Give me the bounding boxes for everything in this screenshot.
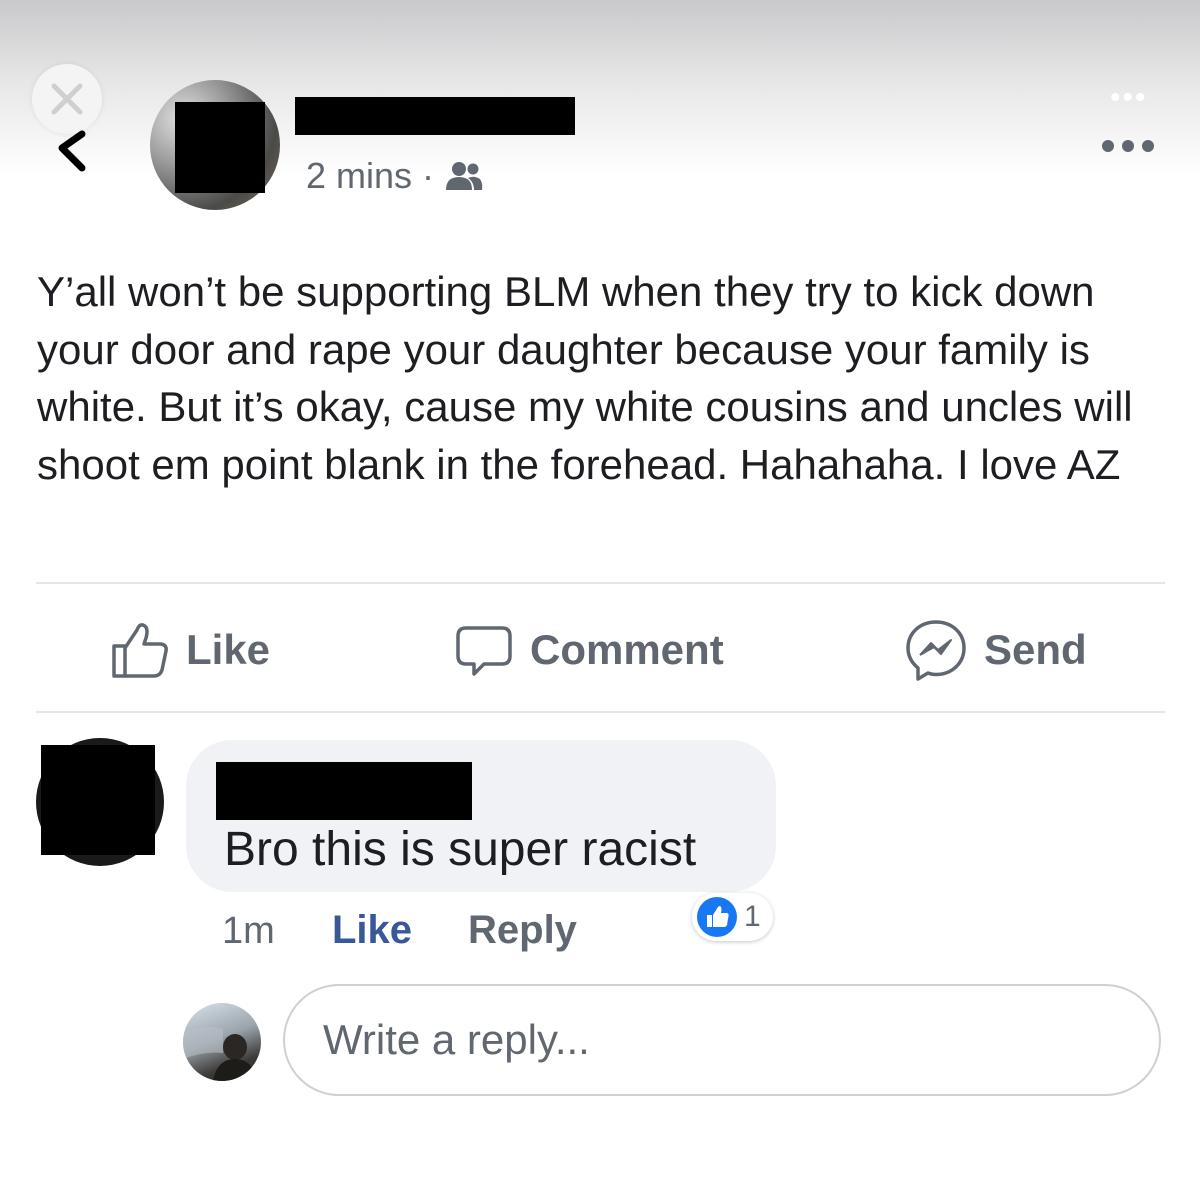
comment-reply-button[interactable]: Reply	[468, 908, 577, 953]
more-top-dots: •••	[1110, 81, 1148, 114]
avatar-photo	[183, 1026, 257, 1081]
send-button[interactable]: Send	[904, 620, 1087, 681]
current-user-avatar[interactable]	[183, 1003, 261, 1081]
friends-icon[interactable]	[444, 160, 484, 192]
comment-like-button[interactable]: Like	[332, 908, 412, 953]
reaction-badge[interactable]: 1	[692, 893, 773, 941]
comment-time[interactable]: 1m	[222, 910, 275, 953]
like-reaction-icon	[697, 897, 737, 937]
divider-bottom	[36, 711, 1165, 713]
post-text: Y’all won’t be supporting BLM when they …	[37, 268, 1133, 488]
avatar-redaction	[175, 102, 265, 193]
post-meta: 2 mins ·	[306, 155, 484, 197]
comment-label: Comment	[530, 626, 724, 673]
send-label: Send	[984, 626, 1087, 673]
reply-box[interactable]	[283, 984, 1161, 1096]
comment-text: Bro this is super racist	[224, 823, 697, 876]
reply-input[interactable]	[321, 1015, 1105, 1065]
comment-bubble-icon	[456, 626, 512, 676]
messenger-icon	[906, 620, 966, 681]
comment-button[interactable]: Comment	[454, 620, 724, 680]
back-button[interactable]	[50, 124, 100, 174]
more-horizontal-icon	[1102, 140, 1154, 152]
commenter-name-redaction[interactable]	[216, 762, 472, 820]
reaction-count: 1	[744, 900, 761, 933]
commenter-avatar-redaction	[41, 745, 155, 855]
chevron-left-icon	[58, 130, 86, 172]
more-options-button[interactable]	[1100, 132, 1156, 160]
author-name-redaction[interactable]	[295, 97, 575, 135]
meta-separator: ·	[422, 155, 435, 196]
like-button[interactable]: Like	[110, 620, 270, 680]
thumbs-up-icon	[112, 623, 168, 678]
like-label: Like	[186, 626, 271, 673]
post-timestamp[interactable]: 2 mins	[306, 155, 412, 197]
divider-top	[36, 582, 1165, 584]
